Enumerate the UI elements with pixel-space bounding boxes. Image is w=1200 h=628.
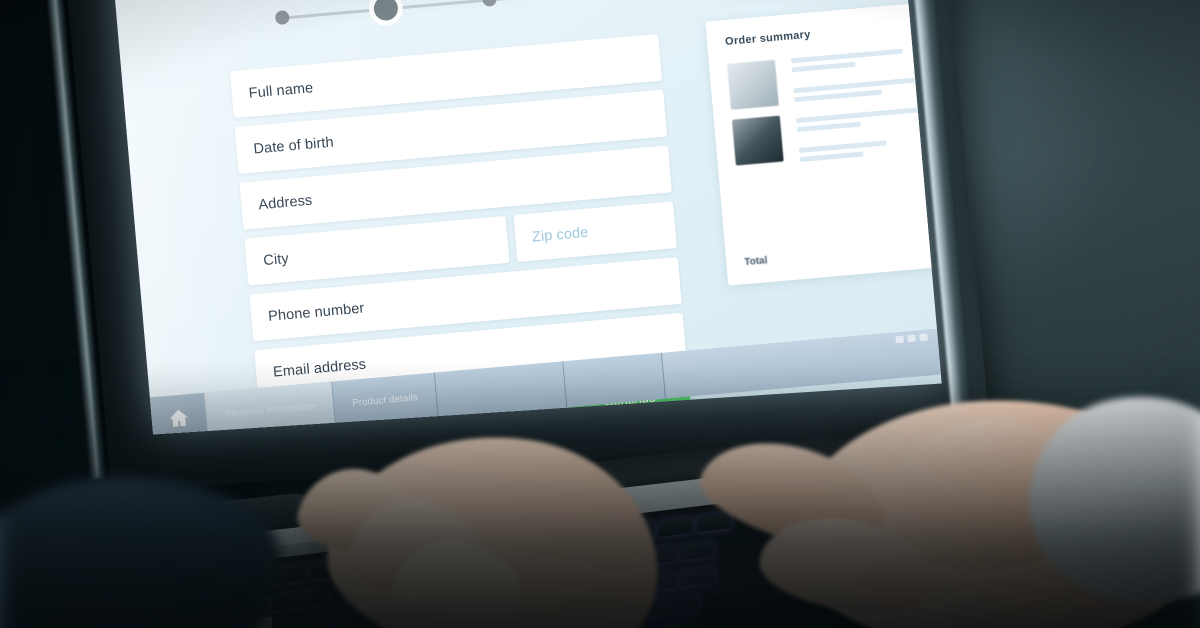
zip-code-field[interactable]: Zip code bbox=[513, 201, 677, 263]
full-name-label: Full name bbox=[248, 79, 314, 102]
product-thumbnail-2 bbox=[731, 115, 784, 166]
order-total-label: Total bbox=[743, 255, 768, 269]
product-thumbnail-1 bbox=[727, 59, 779, 110]
screenshot-scene: Full name Date of birth Address City Zip… bbox=[0, 0, 1200, 628]
bottom-shadow bbox=[0, 368, 1200, 628]
tray-indicator bbox=[895, 335, 904, 344]
city-label: City bbox=[262, 250, 290, 269]
tray-indicator bbox=[919, 333, 928, 342]
order-summary-body bbox=[727, 44, 942, 184]
taskbar-tray bbox=[895, 333, 928, 344]
order-line-item bbox=[798, 133, 942, 166]
stepper-dot-2-active[interactable] bbox=[372, 0, 399, 22]
stepper-dot-3[interactable] bbox=[481, 0, 498, 8]
order-summary-card: Order summary Total bbox=[705, 0, 942, 286]
zip-code-label: Zip code bbox=[531, 224, 589, 246]
checkout-progress-stepper bbox=[274, 0, 695, 35]
phone-number-label: Phone number bbox=[267, 300, 365, 325]
order-summary-title: Order summary bbox=[724, 28, 812, 49]
address-label: Address bbox=[257, 192, 313, 213]
stepper-dot-1[interactable] bbox=[274, 9, 290, 26]
date-of-birth-label: Date of birth bbox=[252, 134, 335, 158]
tray-indicator bbox=[907, 334, 916, 343]
product-thumbnail-column bbox=[727, 59, 791, 183]
order-total-row: Total bbox=[744, 237, 942, 268]
